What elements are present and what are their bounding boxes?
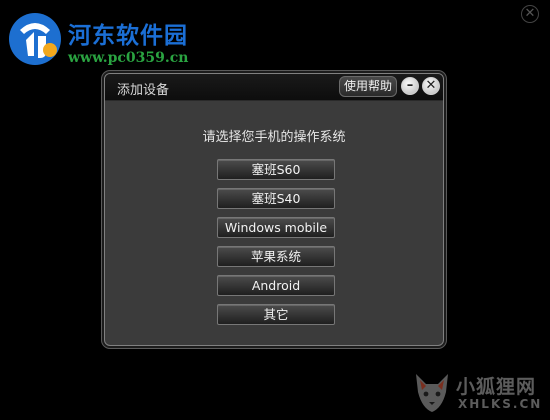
dialog-title: 添加设备 — [117, 83, 170, 98]
os-option-symbian-s40[interactable]: 塞班S40 — [217, 188, 335, 209]
os-option-other[interactable]: 其它 — [217, 304, 335, 325]
site-watermark: 河东软件园 www.pc0359.cn — [4, 6, 234, 68]
minimize-button[interactable]: – — [401, 77, 419, 95]
os-option-symbian-s60[interactable]: 塞班S60 — [217, 159, 335, 180]
corner-watermark: 小狐狸网 XHLKS.CN — [412, 370, 548, 416]
corner-watermark-url: XHLKS.CN — [458, 397, 543, 411]
dialog-close-button[interactable]: ✕ — [422, 77, 440, 95]
os-prompt: 请选择您手机的操作系统 — [202, 130, 346, 145]
corner-watermark-title: 小狐狸网 — [456, 376, 537, 398]
add-device-dialog: 添加设备 使用帮助 – ✕ 请选择您手机的操作系统 塞班S60 塞班S40 Wi… — [104, 73, 444, 346]
os-option-windows-mobile[interactable]: Windows mobile — [217, 217, 335, 238]
minimize-icon: – — [406, 78, 414, 93]
outer-close-button[interactable]: ✕ — [521, 5, 539, 23]
close-icon: ✕ — [425, 78, 437, 93]
os-option-android[interactable]: Android — [217, 275, 335, 296]
close-icon: ✕ — [524, 6, 536, 21]
dialog-titlebar[interactable]: 添加设备 使用帮助 – ✕ — [105, 74, 443, 101]
hedong-logo-icon — [9, 13, 61, 65]
os-option-apple[interactable]: 苹果系统 — [217, 246, 335, 267]
help-button[interactable]: 使用帮助 — [339, 76, 397, 97]
site-name: 河东软件园 — [68, 22, 188, 49]
site-url: www.pc0359.cn — [68, 50, 189, 66]
fox-icon — [416, 374, 448, 412]
